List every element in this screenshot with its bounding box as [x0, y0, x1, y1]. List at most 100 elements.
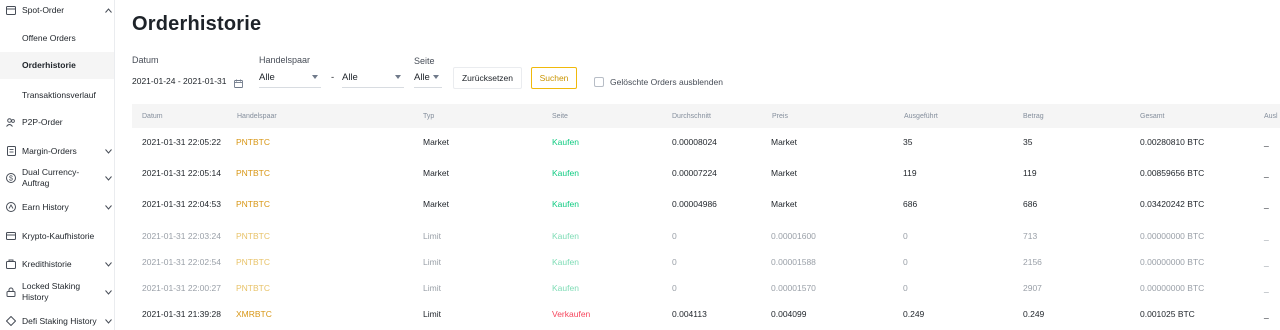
- cell-total: 0.03420242 BTC: [1140, 199, 1205, 209]
- cell-pair[interactable]: PNTBTC: [236, 199, 270, 209]
- sidebar-item-locked-staking-history[interactable]: Locked Staking History: [0, 280, 114, 304]
- cell-total: 0.00000000 BTC: [1140, 231, 1205, 241]
- cell-price: 0.004099: [771, 309, 807, 319]
- sidebar-item-label: Offene Orders: [22, 32, 76, 43]
- sidebar-item-open-orders[interactable]: Offene Orders: [0, 31, 114, 45]
- sidebar-item-spot-order[interactable]: Spot-Order: [0, 3, 114, 17]
- column-header-trigger: Ausl: [1264, 113, 1278, 120]
- cell-date: 2021-01-31 22:05:14: [142, 168, 221, 178]
- cell-side: Kaufen: [552, 168, 579, 178]
- sidebar-item-label: Transaktionsverlauf: [22, 89, 96, 100]
- sidebar-item-p2p-order[interactable]: P2P-Order: [0, 115, 114, 129]
- cell-executed: 0: [903, 257, 908, 267]
- sidebar-item-label: Kredithistorie: [22, 258, 72, 269]
- cell-executed: 686: [903, 199, 918, 209]
- base-asset-select[interactable]: Alle: [259, 72, 275, 83]
- cell-side: Kaufen: [552, 257, 579, 267]
- cell-price: 0.00001600: [771, 231, 816, 241]
- cell-amount: 2156: [1023, 257, 1042, 267]
- cell-total: 0.00000000 BTC: [1140, 283, 1205, 293]
- quote-asset-select-underline: [342, 87, 404, 88]
- chevron-down-icon[interactable]: [395, 75, 401, 79]
- sidebar-item-margin-orders[interactable]: Margin-Orders: [0, 144, 114, 158]
- sidebar-item-label: Dual Currency-Auftrag: [22, 167, 80, 188]
- sidebar-item-defi-staking-history[interactable]: Defi Staking History: [0, 314, 114, 328]
- cell-side: Kaufen: [552, 283, 579, 293]
- cell-executed: 0: [903, 231, 908, 241]
- cell-amount: 686: [1023, 199, 1038, 209]
- earn-icon: [6, 202, 16, 212]
- column-header-date: Datum: [142, 113, 163, 120]
- cell-price: 0.00001588: [771, 257, 816, 267]
- cell-amount: 119: [1023, 168, 1037, 178]
- cell-trigger: _: [1264, 283, 1269, 293]
- cell-pair[interactable]: PNTBTC: [236, 137, 270, 147]
- sidebar-item-label: Krypto-Kaufhistorie: [22, 230, 95, 241]
- column-header-side: Seite: [552, 113, 568, 120]
- cell-pair[interactable]: PNTBTC: [236, 283, 270, 293]
- wallet-icon: [6, 5, 16, 15]
- calendar-icon[interactable]: [234, 75, 243, 93]
- quote-asset-select[interactable]: Alle: [342, 72, 358, 83]
- hide-cancelled-label: Gelöschte Orders ausblenden: [610, 77, 723, 87]
- cell-total: 0.001025 BTC: [1140, 309, 1195, 319]
- cell-average: 0: [672, 231, 677, 241]
- reset-button[interactable]: Zurücksetzen: [453, 67, 522, 89]
- cell-executed: 0: [903, 283, 908, 293]
- cell-total: 0.00000000 BTC: [1140, 257, 1205, 267]
- hide-cancelled-checkbox[interactable]: [594, 77, 604, 87]
- cell-type: Limit: [423, 231, 441, 241]
- cell-side: Kaufen: [552, 231, 579, 241]
- chevron-down-icon[interactable]: [104, 174, 112, 182]
- cell-date: 2021-01-31 22:00:27: [142, 283, 221, 293]
- svg-text:$: $: [9, 176, 13, 183]
- date-range-picker[interactable]: 2021-01-24 - 2021-01-31: [132, 76, 227, 86]
- cell-date: 2021-01-31 22:03:24: [142, 231, 221, 241]
- cell-pair[interactable]: XMRBTC: [236, 309, 272, 319]
- cell-total: 0.00859656 BTC: [1140, 168, 1205, 178]
- sidebar-item-loan-history[interactable]: Kredithistorie: [0, 257, 114, 271]
- cell-average: 0.00007224: [672, 168, 717, 178]
- cell-trigger: _: [1264, 309, 1269, 319]
- cell-amount: 2907: [1023, 283, 1042, 293]
- chevron-down-icon[interactable]: [312, 75, 318, 79]
- cell-average: 0: [672, 283, 677, 293]
- cell-trigger: _: [1264, 231, 1269, 241]
- sidebar-item-dual-currency[interactable]: $ Dual Currency-Auftrag: [0, 166, 114, 190]
- cell-executed: 0.249: [903, 309, 925, 319]
- cell-pair[interactable]: PNTBTC: [236, 168, 270, 178]
- chevron-up-icon[interactable]: [104, 6, 112, 14]
- cell-date: 2021-01-31 22:04:53: [142, 199, 221, 209]
- sidebar-item-order-history[interactable]: Orderhistorie: [0, 52, 114, 79]
- side-select-underline: [414, 87, 442, 88]
- cell-price: Market: [771, 137, 797, 147]
- search-button[interactable]: Suchen: [531, 67, 577, 89]
- cell-price: Market: [771, 199, 797, 209]
- cell-total: 0.00280810 BTC: [1140, 137, 1205, 147]
- sidebar-item-crypto-purchase-history[interactable]: Krypto-Kaufhistorie: [0, 229, 114, 243]
- sidebar-item-earn-history[interactable]: Earn History: [0, 200, 114, 214]
- cell-side: Verkaufen: [552, 309, 591, 319]
- cell-pair[interactable]: PNTBTC: [236, 231, 270, 241]
- cell-average: 0.00008024: [672, 137, 717, 147]
- chevron-down-icon[interactable]: [104, 203, 112, 211]
- chevron-down-icon[interactable]: [104, 260, 112, 268]
- chevron-down-icon[interactable]: [104, 147, 112, 155]
- chevron-down-icon[interactable]: [433, 75, 439, 79]
- column-header-type: Typ: [423, 113, 435, 120]
- sidebar: Spot-Order Offene Orders Orderhistorie T…: [0, 0, 115, 330]
- cell-side: Kaufen: [552, 137, 579, 147]
- sidebar-item-transaction-history[interactable]: Transaktionsverlauf: [0, 88, 114, 102]
- cell-trigger: _: [1264, 168, 1269, 178]
- cell-amount: 35: [1023, 137, 1033, 147]
- side-select[interactable]: Alle: [414, 72, 430, 83]
- sidebar-item-label: Earn History: [22, 201, 69, 212]
- cell-trigger: _: [1264, 257, 1269, 267]
- chevron-down-icon[interactable]: [104, 317, 112, 325]
- cell-type: Limit: [423, 283, 441, 293]
- chevron-down-icon[interactable]: [104, 288, 112, 296]
- cell-pair[interactable]: PNTBTC: [236, 257, 270, 267]
- cell-type: Market: [423, 168, 449, 178]
- loan-icon: [6, 259, 16, 269]
- column-header-amount: Betrag: [1023, 113, 1044, 120]
